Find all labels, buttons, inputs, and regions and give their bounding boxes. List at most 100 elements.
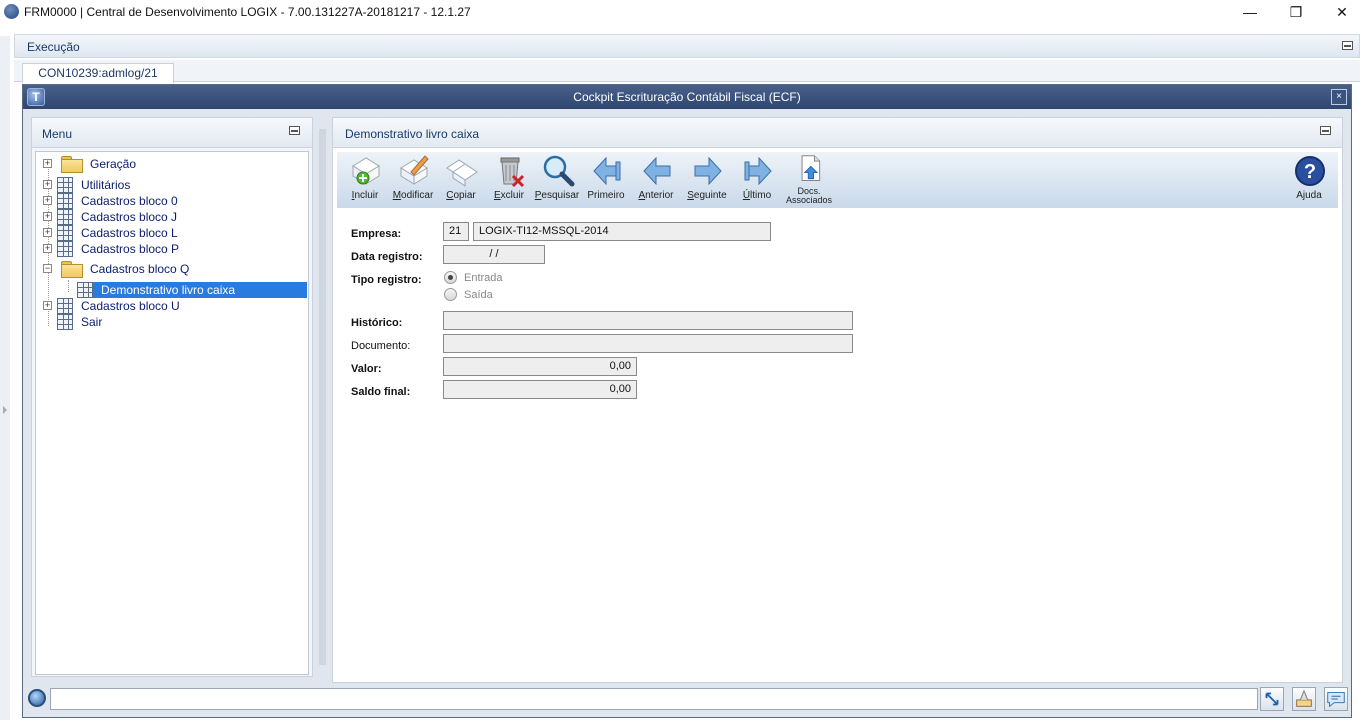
data-registro-label: Data registro: <box>351 251 423 263</box>
chat-icon <box>1327 692 1345 708</box>
menu-panel: Menu + Geração + Utilitários + Cadastros… <box>31 117 313 677</box>
minimize-panel-icon[interactable] <box>1342 41 1353 50</box>
ajuda-label: Ajuda <box>1296 190 1322 201</box>
saldo-final-field[interactable]: 0,00 <box>443 380 637 399</box>
ajuda-button[interactable]: ? Ajuda <box>1283 154 1335 206</box>
trash-delete-icon <box>500 157 525 188</box>
tree-item-label: Demonstrativo livro caixa <box>101 283 236 297</box>
grid-icon <box>57 225 73 241</box>
status-orb-icon <box>28 689 46 707</box>
maximize-button[interactable]: ❐ <box>1273 0 1319 24</box>
content-header: Demonstrativo livro caixa <box>333 118 1342 148</box>
add-document-icon <box>352 157 380 185</box>
docs-associados-button[interactable]: Docs. Associados <box>783 154 835 206</box>
radio-entrada-label: Entrada <box>464 272 503 284</box>
documento-label: Documento: <box>351 340 411 352</box>
window-title: FRM0000 | Central de Desenvolvimento LOG… <box>24 5 471 19</box>
tool-button[interactable] <box>1292 687 1316 711</box>
content-panel: Demonstrativo livro caixa Incluir Modifi… <box>332 117 1343 683</box>
tree-item-label: Cadastros bloco Q <box>90 262 190 276</box>
valor-field[interactable]: 0,00 <box>443 357 637 376</box>
toolbar: Incluir Modificar Copiar Excluir Pesquis… <box>337 152 1338 208</box>
tab-con10239[interactable]: CON10239:admlog/21 <box>22 63 174 83</box>
tool-icon <box>1296 689 1312 707</box>
tree-item-demonstrativo-livro-caixa[interactable]: Demonstrativo livro caixa <box>43 282 307 298</box>
menu-tree: + Geração + Utilitários + Cadastros bloc… <box>35 151 309 675</box>
ultimo-button[interactable]: Último <box>731 154 783 206</box>
edit-pencil-icon <box>400 155 429 185</box>
radio-entrada[interactable] <box>444 271 457 284</box>
radio-saida[interactable] <box>444 288 457 301</box>
radio-saida-label: Saída <box>464 289 493 301</box>
help-question-icon: ? <box>1295 156 1325 186</box>
grid-icon <box>77 282 93 298</box>
expand-icon[interactable]: + <box>43 180 52 189</box>
grid-icon <box>57 314 73 330</box>
grid-icon <box>57 241 73 257</box>
menu-title: Menu <box>42 127 73 141</box>
minimize-menu-icon[interactable] <box>289 126 300 135</box>
folder-open-icon <box>61 261 83 278</box>
arrow-left-icon <box>643 156 671 186</box>
docs-upload-icon <box>801 155 821 181</box>
docs-label: Docs. Associados <box>777 187 841 205</box>
tree-item-label: Cadastros bloco U <box>81 299 180 313</box>
folder-icon <box>61 156 83 173</box>
arrow-last-icon <box>744 156 772 186</box>
status-message-field <box>50 688 1258 710</box>
left-collapse-strip[interactable] <box>0 36 10 720</box>
documento-field[interactable] <box>443 334 853 353</box>
svg-text:?: ? <box>1304 161 1316 183</box>
empresa-code-field[interactable]: 21 <box>443 222 469 241</box>
inner-titlebar: T Cockpit Escrituração Contábil Fiscal (… <box>23 85 1351 109</box>
tree-item-label: Cadastros bloco P <box>81 242 180 256</box>
expand-arrow-icon <box>3 406 7 414</box>
resize-button[interactable] <box>1260 687 1284 711</box>
tab-strip: CON10239:admlog/21 <box>14 60 1360 83</box>
minimize-content-icon[interactable] <box>1320 126 1331 135</box>
expand-icon[interactable]: + <box>43 301 52 310</box>
magnifier-icon <box>543 155 575 187</box>
content-title: Demonstrativo livro caixa <box>345 127 480 141</box>
tree-item-label: Cadastros bloco 0 <box>81 194 178 208</box>
menu-header: Menu <box>32 118 312 148</box>
execution-bar: Execução <box>14 34 1360 58</box>
empresa-label: Empresa: <box>351 228 402 240</box>
expand-icon[interactable]: + <box>43 159 52 168</box>
expand-icon[interactable]: + <box>43 212 52 221</box>
saldo-final-label: Saldo final: <box>351 386 411 398</box>
tree-item-label: Sair <box>81 315 103 329</box>
close-window-button[interactable]: ✕ <box>1319 0 1365 24</box>
tree-item-label: Geração <box>90 157 137 171</box>
tree-item-label: Utilitários <box>81 178 131 192</box>
grid-icon <box>57 177 73 193</box>
valor-label: Valor: <box>351 363 382 375</box>
arrow-right-icon <box>694 156 722 186</box>
panel-splitter[interactable] <box>319 129 326 665</box>
expand-icon[interactable]: + <box>43 228 52 237</box>
status-bar <box>25 685 1351 713</box>
expand-icon[interactable]: + <box>43 196 52 205</box>
inner-title: Cockpit Escrituração Contábil Fiscal (EC… <box>573 90 801 104</box>
logix-app-icon <box>4 4 19 19</box>
collapse-icon[interactable]: − <box>43 264 52 273</box>
tipo-registro-label: Tipo registro: <box>351 274 422 286</box>
expand-icon[interactable]: + <box>43 244 52 253</box>
chat-button[interactable] <box>1324 687 1348 711</box>
ecf-cockpit-window: T Cockpit Escrituração Contábil Fiscal (… <box>22 84 1352 718</box>
tree-item-label: Cadastros bloco L <box>81 226 178 240</box>
grid-icon <box>57 209 73 225</box>
historico-field[interactable] <box>443 311 853 330</box>
arrow-first-icon <box>593 156 621 186</box>
minimize-button[interactable]: — <box>1227 0 1273 24</box>
grid-icon <box>57 298 73 314</box>
grid-icon <box>57 193 73 209</box>
inner-close-button[interactable]: × <box>1331 89 1347 105</box>
tree-item-label: Cadastros bloco J <box>81 210 178 224</box>
resize-icon <box>1265 692 1279 706</box>
data-registro-field[interactable]: / / <box>443 245 545 264</box>
empresa-name-field: LOGIX-TI12-MSSQL-2014 <box>473 222 771 241</box>
copy-documents-icon <box>446 159 478 187</box>
execution-label: Execução <box>27 40 80 54</box>
historico-label: Histórico: <box>351 317 403 329</box>
